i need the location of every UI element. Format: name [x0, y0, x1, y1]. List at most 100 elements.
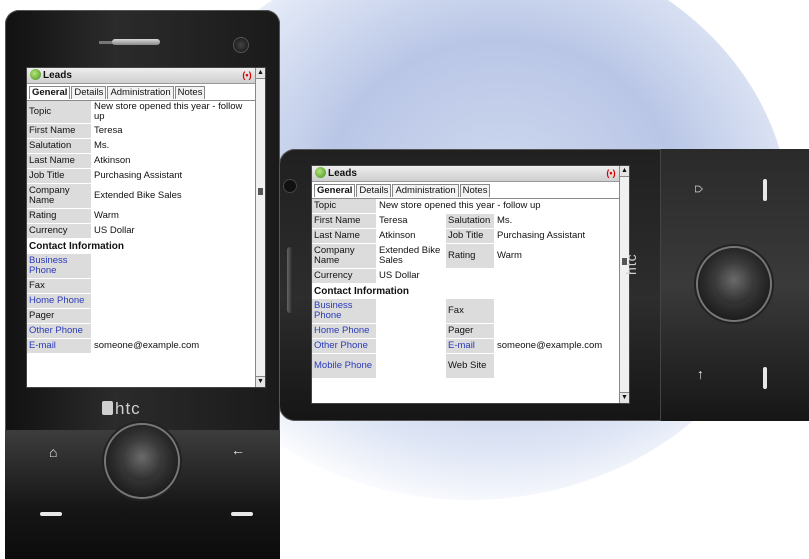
email-value[interactable]: someone@example.com [494, 340, 605, 352]
salutation-value[interactable]: Ms. [91, 140, 112, 152]
htc-logo-mark [102, 401, 113, 415]
field-label: Currency [27, 224, 91, 238]
home-icon[interactable]: ⌂ [49, 444, 57, 460]
app-header: Leads (•) [27, 68, 265, 84]
navigation-dpad[interactable] [698, 248, 770, 320]
app-header: Leads (•) [312, 166, 629, 182]
end-call-icon[interactable] [231, 512, 253, 516]
record-icon[interactable]: (•) [605, 168, 617, 178]
portrait-screen: Leads (•) General Details Administration No… [26, 67, 266, 388]
brand-logo: htc [623, 253, 639, 275]
field-row-company-name: Company Name Extended Bike Sales Rating … [312, 244, 619, 269]
home-phone-link[interactable]: Home Phone [312, 324, 376, 338]
field-label: Salutation [27, 139, 91, 153]
dpad-center-button[interactable] [122, 441, 162, 481]
rating-value[interactable]: Warm [91, 210, 122, 222]
currency-value[interactable]: US Dollar [376, 270, 423, 282]
end-call-icon[interactable] [763, 367, 767, 389]
tab-general[interactable]: General [314, 184, 356, 197]
home-icon[interactable]: ⌂ [692, 185, 708, 193]
tab-notes[interactable]: Notes [174, 86, 206, 99]
business-phone-value[interactable] [376, 310, 446, 312]
back-arrow-icon[interactable]: ← [231, 442, 245, 458]
field-row-salutation: Salutation Ms. [27, 139, 255, 154]
field-label: Web Site [446, 354, 494, 378]
camera-icon [233, 37, 249, 53]
business-phone-link[interactable]: Business Phone [27, 254, 91, 278]
mobile-phone-value[interactable] [376, 365, 446, 367]
scroll-thumb[interactable] [258, 188, 263, 195]
field-label: Last Name [312, 229, 376, 243]
last-name-value[interactable]: Atkinson [376, 230, 446, 242]
landscape-screen: Leads (•) General Details Administration No… [311, 165, 630, 404]
other-phone-value[interactable] [376, 345, 446, 347]
scroll-up-icon[interactable]: ▲ [256, 68, 265, 79]
back-arrow-icon[interactable]: ← [695, 368, 711, 382]
navigation-dpad[interactable] [106, 425, 178, 497]
field-row-rating: Rating Warm [27, 209, 255, 224]
salutation-value[interactable]: Ms. [494, 215, 515, 227]
company-name-value[interactable]: Extended Bike Sales [91, 190, 185, 202]
landscape-phone: Leads (•) General Details Administration No… [279, 149, 809, 421]
field-label: Job Title [446, 229, 494, 243]
first-name-value[interactable]: Teresa [376, 215, 446, 227]
home-phone-value[interactable] [376, 330, 446, 332]
field-row-home-phone: Home Phone Pager [312, 324, 619, 339]
app-title: Leads [328, 168, 357, 179]
other-phone-link[interactable]: Other Phone [27, 324, 91, 338]
field-row-first-name: First Name Teresa Salutation Ms. [312, 214, 619, 229]
field-label: Pager [446, 324, 494, 338]
field-row-topic: Topic New store opened this year - follo… [27, 101, 255, 124]
field-row-mobile-phone: Mobile Phone Web Site [312, 354, 619, 379]
call-icon[interactable] [763, 179, 767, 201]
job-title-value[interactable]: Purchasing Assistant [494, 230, 588, 242]
brand-logo: htc [115, 399, 141, 418]
rating-value[interactable]: Warm [494, 250, 525, 262]
email-link[interactable]: E-mail [27, 339, 91, 353]
field-row-company-name: Company Name Extended Bike Sales [27, 184, 255, 209]
tab-details[interactable]: Details [356, 184, 392, 197]
field-row-business-phone: Business Phone Fax [312, 299, 619, 324]
portrait-phone: Leads (•) General Details Administration No… [5, 10, 280, 559]
company-name-value[interactable]: Extended Bike Sales [376, 245, 446, 267]
field-label: Last Name [27, 154, 91, 168]
field-row-business-phone: Business Phone [27, 254, 255, 279]
record-icon[interactable]: (•) [241, 70, 253, 80]
scroll-down-icon[interactable]: ▼ [620, 392, 629, 403]
home-phone-link[interactable]: Home Phone [27, 294, 91, 308]
topic-value[interactable]: New store opened this year - follow up [91, 101, 255, 123]
tab-administration[interactable]: Administration [107, 86, 174, 99]
tab-general[interactable]: General [29, 86, 71, 99]
call-icon[interactable] [40, 512, 62, 516]
tab-notes[interactable]: Notes [459, 184, 491, 197]
contact-section-title: Contact Information [314, 286, 409, 297]
business-phone-link[interactable]: Business Phone [312, 299, 376, 323]
tab-administration[interactable]: Administration [392, 184, 459, 197]
mobile-phone-link[interactable]: Mobile Phone [312, 354, 376, 378]
topic-value[interactable]: New store opened this year - follow up [376, 200, 544, 212]
scroll-up-icon[interactable]: ▲ [620, 166, 629, 177]
last-name-value[interactable]: Atkinson [91, 155, 133, 167]
tab-bar: General Details Administration Notes [27, 84, 265, 101]
field-label: Pager [27, 309, 91, 323]
other-phone-link[interactable]: Other Phone [312, 339, 376, 353]
email-value[interactable]: someone@example.com [91, 340, 202, 352]
scrollbar[interactable]: ▲ ▼ [619, 166, 629, 403]
currency-value[interactable]: US Dollar [91, 225, 138, 237]
dpad-center-button[interactable] [714, 264, 754, 304]
field-label: Company Name [27, 184, 91, 208]
field-label: Fax [27, 279, 91, 293]
field-row-topic: Topic New store opened this year - follo… [312, 199, 619, 214]
field-label: First Name [27, 124, 91, 138]
field-label: Topic [27, 101, 91, 123]
field-label: Salutation [446, 214, 494, 228]
field-row-job-title: Job Title Purchasing Assistant [27, 169, 255, 184]
job-title-value[interactable]: Purchasing Assistant [91, 170, 185, 182]
scrollbar[interactable]: ▲ ▼ [255, 68, 265, 387]
scroll-down-icon[interactable]: ▼ [256, 376, 265, 387]
email-link[interactable]: E-mail [446, 339, 494, 353]
first-name-value[interactable]: Teresa [91, 125, 126, 137]
tab-details[interactable]: Details [71, 86, 107, 99]
field-row-currency: Currency US Dollar [312, 269, 619, 284]
field-row-currency: Currency US Dollar [27, 224, 255, 239]
